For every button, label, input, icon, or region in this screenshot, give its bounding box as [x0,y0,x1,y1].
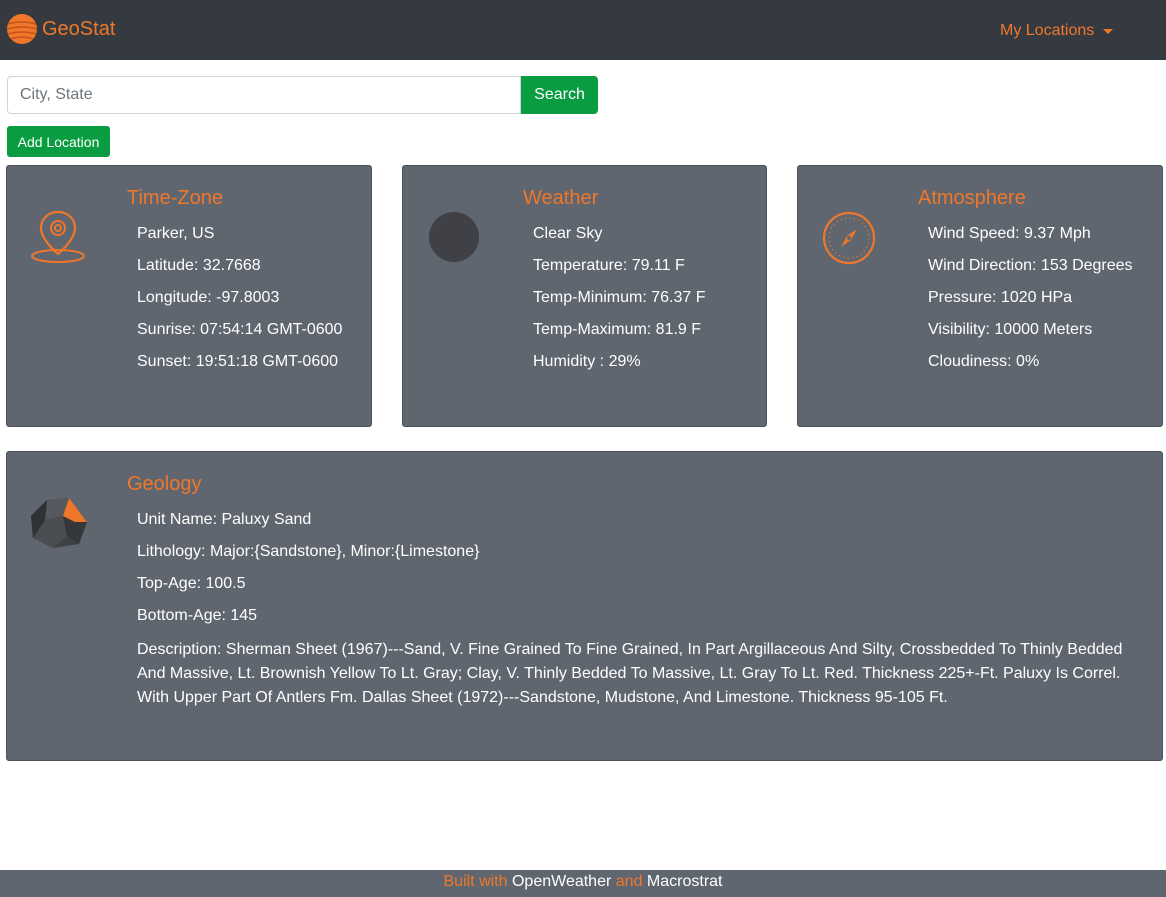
timezone-title: Time-Zone [127,187,223,209]
visibility-value: Visibility: 10000 Meters [928,321,1093,338]
search-button[interactable]: Search [521,76,598,114]
brand-name: GeoStat [42,17,116,40]
weather-title: Weather [523,187,599,209]
geology-card: Geology Unit Name: Paluxy Sand Lithology… [6,451,1163,761]
top-age-value: Top-Age: 100.5 [137,575,246,592]
my-locations-label: My Locations [1000,22,1095,39]
description-value: Description: Sherman Sheet (1967)---Sand… [137,641,1123,706]
location-pin-icon [31,210,85,263]
bottom-age-value: Bottom-Age: 145 [137,607,258,624]
sunrise-value: Sunrise: 07:54:14 GMT-0600 [137,321,343,338]
weather-moon-icon [429,212,479,262]
atmosphere-title: Atmosphere [918,187,1026,209]
temperature-value: Temperature: 79.11 F [533,257,685,274]
weather-condition: Clear Sky [533,225,603,242]
geology-list: Unit Name: Paluxy Sand Lithology: Major:… [137,510,1147,722]
temp-min-value: Temp-Minimum: 76.37 F [533,289,706,306]
compass-icon [822,211,876,265]
weather-card: Weather Clear Sky Temperature: 79.11 F T… [402,165,767,427]
rock-icon [31,498,87,548]
navbar: GeoStat My Locations [0,0,1166,60]
pressure-value: Pressure: 1020 HPa [928,289,1073,306]
sunset-value: Sunset: 19:51:18 GMT-0600 [137,353,339,370]
weather-list: Clear Sky Temperature: 79.11 F Temp-Mini… [533,224,706,384]
globe-icon [6,14,38,44]
longitude-value: Longitude: -97.8003 [137,289,280,306]
wind-direction-value: Wind Direction: 153 Degrees [928,257,1133,274]
add-location-button[interactable]: Add Location [7,126,110,157]
location-name: Parker, US [137,225,215,242]
my-locations-dropdown[interactable]: My Locations [1000,22,1114,40]
footer: Built with OpenWeather and Macrostrat [0,870,1166,897]
openweather-link[interactable]: OpenWeather [512,873,611,890]
atmosphere-card: Atmosphere Wind Speed: 9.37 Mph Wind Dir… [797,165,1163,427]
brand-link[interactable]: GeoStat [6,13,115,45]
unit-name-value: Unit Name: Paluxy Sand [137,511,312,528]
timezone-list: Parker, US Latitude: 32.7668 Longitude: … [137,224,342,384]
footer-and: and [615,873,643,890]
search-input[interactable] [7,76,521,114]
latitude-value: Latitude: 32.7668 [137,257,261,274]
geology-title: Geology [127,473,202,495]
macrostrat-link[interactable]: Macrostrat [647,873,723,890]
temp-max-value: Temp-Maximum: 81.9 F [533,321,702,338]
atmosphere-list: Wind Speed: 9.37 Mph Wind Direction: 153… [928,224,1133,384]
cloudiness-value: Cloudiness: 0% [928,353,1040,370]
footer-built-with: Built with [443,873,508,890]
humidity-value: Humidity : 29% [533,353,641,370]
lithology-value: Lithology: Major:{Sandstone}, Minor:{Lim… [137,543,480,560]
wind-speed-value: Wind Speed: 9.37 Mph [928,225,1091,242]
caret-down-icon [1103,29,1114,34]
timezone-card: Time-Zone Parker, US Latitude: 32.7668 L… [6,165,372,427]
